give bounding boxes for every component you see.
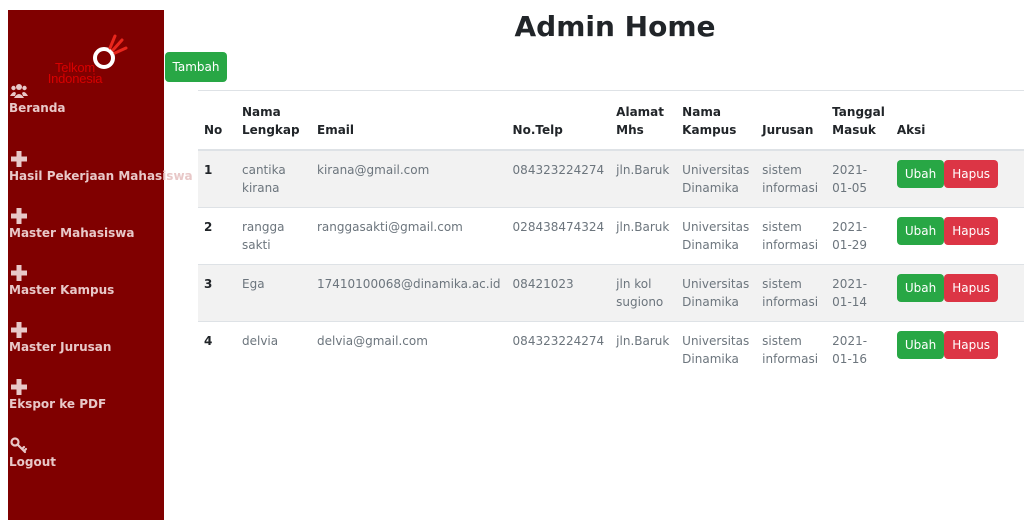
delete-button[interactable]: Hapus	[944, 273, 999, 302]
table-row: 2 rangga sakti ranggasakti@gmail.com 028…	[198, 206, 1024, 264]
sidebar-item-label: Ekspor ke PDF	[9, 397, 107, 411]
cell-nama: delvia	[236, 320, 311, 378]
column-header-nama: Nama Lengkap	[236, 90, 311, 151]
column-header-tanggal: Tanggal Masuk	[826, 90, 891, 151]
cell-jurusan: sistem informasi	[756, 263, 827, 321]
sidebar-item-label: Logout	[9, 455, 57, 469]
cell-nama: cantika kirana	[236, 149, 311, 207]
cell-jurusan: sistem informasi	[756, 149, 827, 207]
cell-telp: 028438474324	[506, 206, 611, 264]
cell-alamat: jln.Baruk	[610, 320, 677, 378]
cell-aksi: Ubah Hapus	[890, 263, 1024, 321]
sidebar-item-ekspor-pdf[interactable]: Ekspor ke PDF	[8, 378, 164, 422]
cell-email: kirana@gmail.com	[311, 149, 507, 207]
edit-button[interactable]: Ubah	[896, 330, 945, 359]
cell-tanggal: 2021-01-05	[826, 149, 891, 207]
cell-no: 1	[198, 149, 236, 207]
edit-button[interactable]: Ubah	[896, 216, 945, 245]
edit-button[interactable]: Ubah	[896, 273, 945, 302]
sidebar-item-master-mahasiswa[interactable]: Master Mahasiswa	[8, 207, 164, 251]
sidebar-item-master-jurusan[interactable]: Master Jurusan	[8, 321, 164, 365]
cell-aksi: Ubah Hapus	[890, 206, 1024, 264]
plus-icon	[11, 208, 27, 224]
column-header-no: No	[198, 90, 236, 151]
delete-button[interactable]: Hapus	[944, 216, 999, 245]
cell-jurusan: sistem informasi	[756, 320, 827, 378]
cell-tanggal: 2021-01-29	[826, 206, 891, 264]
key-icon	[10, 437, 28, 454]
cell-tanggal: 2021-01-14	[826, 263, 891, 321]
cell-no: 4	[198, 320, 236, 378]
sidebar-item-hasil-pekerjaan[interactable]: Hasil Pekerjaan Mahasiswa	[8, 150, 193, 194]
sidebar-item-label: Master Jurusan	[9, 340, 112, 354]
cell-nama: Ega	[236, 263, 311, 321]
data-table: No Nama Lengkap Email No.Telp Alamat Mhs…	[198, 90, 1024, 378]
plus-icon	[11, 151, 27, 167]
cell-email: delvia@gmail.com	[311, 320, 507, 378]
sidebar-item-logout[interactable]: Logout	[8, 436, 164, 480]
plus-icon	[11, 379, 27, 395]
cell-alamat: jln.Baruk	[610, 149, 677, 207]
sidebar-item-master-kampus[interactable]: Master Kampus	[8, 264, 164, 308]
cell-kampus: Universitas Dinamika	[676, 320, 757, 378]
cell-jurusan: sistem informasi	[756, 206, 827, 264]
column-header-jurusan: Jurusan	[756, 90, 827, 151]
cell-email: ranggasakti@gmail.com	[311, 206, 507, 264]
delete-button[interactable]: Hapus	[944, 330, 999, 359]
users-icon	[10, 84, 28, 98]
cell-no: 2	[198, 206, 236, 264]
cell-kampus: Universitas Dinamika	[676, 149, 757, 207]
cell-alamat: jln.Baruk	[610, 206, 677, 264]
cell-kampus: Universitas Dinamika	[676, 206, 757, 264]
sidebar-item-beranda[interactable]: Beranda	[8, 82, 164, 126]
plus-icon	[11, 322, 27, 338]
column-header-kampus: Nama Kampus	[676, 90, 757, 151]
cell-email: 17410100068@dinamika.ac.id	[311, 263, 507, 321]
sidebar: Telkom Indonesia Beranda Hasil Pekerjaan…	[8, 10, 193, 520]
telkom-logo: Telkom Indonesia	[8, 24, 164, 85]
cell-telp: 084323224274	[506, 320, 611, 378]
cell-alamat: jln kol sugiono	[610, 263, 677, 321]
delete-button[interactable]: Hapus	[944, 160, 999, 188]
edit-button[interactable]: Ubah	[896, 160, 945, 188]
sidebar-item-label: Master Mahasiswa	[9, 226, 135, 240]
cell-aksi: Ubah Hapus	[890, 320, 1024, 378]
table-row: 4 delvia delvia@gmail.com 084323224274 j…	[198, 320, 1024, 378]
page-title: Admin Home	[514, 10, 716, 43]
table-row: 1 cantika kirana kirana@gmail.com 084323…	[198, 149, 1024, 207]
column-header-email: Email	[311, 90, 507, 151]
plus-icon	[11, 265, 27, 281]
sidebar-item-label: Hasil Pekerjaan Mahasiswa	[9, 169, 193, 183]
sidebar-item-label: Master Kampus	[9, 283, 115, 297]
cell-aksi: Ubah Hapus	[890, 149, 1024, 207]
cell-no: 3	[198, 263, 236, 321]
table-header-row: No Nama Lengkap Email No.Telp Alamat Mhs…	[198, 90, 1024, 151]
cell-telp: 084323224274	[506, 149, 611, 207]
column-header-telp: No.Telp	[506, 90, 611, 151]
column-header-aksi: Aksi	[890, 90, 1024, 151]
table-row: 3 Ega 17410100068@dinamika.ac.id 0842102…	[198, 263, 1024, 321]
column-header-alamat: Alamat Mhs	[610, 90, 677, 151]
cell-kampus: Universitas Dinamika	[676, 263, 757, 321]
telkom-logo-text: Telkom Indonesia	[33, 61, 117, 85]
sidebar-item-label: Beranda	[9, 101, 66, 115]
add-button[interactable]: Tambah	[165, 52, 227, 82]
cell-nama: rangga sakti	[236, 206, 311, 264]
cell-telp: 08421023	[506, 263, 611, 321]
cell-tanggal: 2021-01-16	[826, 320, 891, 378]
